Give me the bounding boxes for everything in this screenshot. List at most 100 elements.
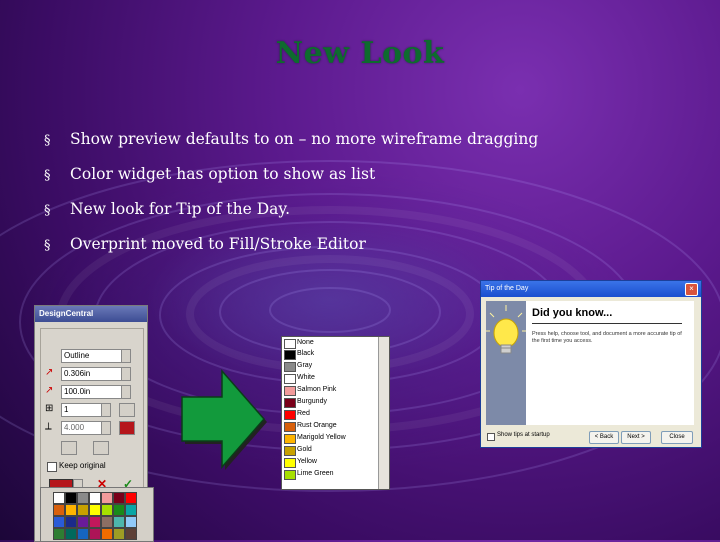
size-stepper[interactable] xyxy=(121,385,131,399)
list-item[interactable]: Gold xyxy=(282,445,378,456)
palette-swatch[interactable] xyxy=(113,492,125,504)
width-field[interactable]: 0.306in xyxy=(61,367,123,381)
slide-title: New Look xyxy=(275,36,445,71)
palette-swatch[interactable] xyxy=(53,516,65,528)
outline-select[interactable]: Outline xyxy=(61,349,123,363)
dialog-title: Tip of the Day xyxy=(481,281,701,297)
list-item[interactable]: White xyxy=(282,373,378,384)
count-icon: ⊞ xyxy=(45,403,54,414)
bullet-list: § Show preview defaults to on – no more w… xyxy=(44,128,564,268)
color-chip xyxy=(284,458,296,468)
arrow-right-icon xyxy=(181,369,267,470)
tip-heading: Did you know... xyxy=(532,307,613,319)
palette-swatch[interactable] xyxy=(89,492,101,504)
list-item[interactable]: Yellow xyxy=(282,457,378,468)
color-chip xyxy=(284,434,296,444)
palette-swatch[interactable] xyxy=(65,528,77,540)
back-button[interactable]: < Back xyxy=(589,431,619,444)
palette-swatch[interactable] xyxy=(53,528,65,540)
palette-swatch[interactable] xyxy=(113,528,125,540)
color-chip xyxy=(284,362,296,372)
list-scrollbar[interactable] xyxy=(378,337,389,489)
bullet-text: Show preview defaults to on – no more wi… xyxy=(70,130,539,148)
palette-swatch[interactable] xyxy=(101,516,113,528)
color-palette-grid xyxy=(40,487,154,542)
palette-swatch[interactable] xyxy=(125,528,137,540)
color-chip xyxy=(284,374,296,384)
next-button[interactable]: Next > xyxy=(621,431,651,444)
arrange-back-button[interactable] xyxy=(61,441,77,455)
design-central-title: DesignCentral xyxy=(35,306,147,322)
line-width-icon: ↗ xyxy=(45,367,54,378)
keep-original-label: Keep original xyxy=(59,461,106,470)
bullet-item: § Show preview defaults to on – no more w… xyxy=(44,128,564,163)
bullet-marker: § xyxy=(44,238,51,253)
other-field[interactable]: 4.000 xyxy=(61,421,103,435)
palette-swatch[interactable] xyxy=(53,504,65,516)
list-item[interactable]: Black xyxy=(282,349,378,360)
arrange-front-button[interactable] xyxy=(93,441,109,455)
palette-swatch[interactable] xyxy=(65,492,77,504)
close-button[interactable]: Close xyxy=(661,431,693,444)
palette-swatch[interactable] xyxy=(125,492,137,504)
chevron-down-icon[interactable] xyxy=(121,349,131,363)
palette-swatch[interactable] xyxy=(89,516,101,528)
list-item[interactable]: Rust Orange xyxy=(282,421,378,432)
bullet-text: Color widget has option to show as list xyxy=(70,165,376,183)
list-item[interactable]: Burgundy xyxy=(282,397,378,408)
palette-swatch[interactable] xyxy=(77,492,89,504)
color-chip xyxy=(284,422,296,432)
divider xyxy=(532,323,682,324)
bullet-marker: § xyxy=(44,168,51,183)
palette-swatch[interactable] xyxy=(65,504,77,516)
palette-swatch[interactable] xyxy=(113,516,125,528)
palette-swatch[interactable] xyxy=(101,504,113,516)
color-chip xyxy=(284,410,296,420)
count-stepper[interactable] xyxy=(101,403,111,417)
palette-swatch[interactable] xyxy=(89,528,101,540)
show-tips-checkbox[interactable] xyxy=(487,433,495,441)
list-item[interactable]: Marigold Yellow xyxy=(282,433,378,444)
color-chip xyxy=(284,470,296,480)
close-icon[interactable]: × xyxy=(685,283,698,296)
palette-swatch[interactable] xyxy=(77,516,89,528)
palette-swatch[interactable] xyxy=(101,492,113,504)
color-chip xyxy=(284,339,296,349)
show-tips-label: Show tips at startup xyxy=(497,432,550,438)
color-chip xyxy=(284,386,296,396)
palette-swatch[interactable] xyxy=(113,504,125,516)
tip-body: Press help, choose tool, and document a … xyxy=(532,331,682,344)
copy-button[interactable] xyxy=(119,403,135,417)
size-field[interactable]: 100.0in xyxy=(61,385,123,399)
palette-swatch[interactable] xyxy=(53,492,65,504)
list-item[interactable]: Salmon Pink xyxy=(282,385,378,396)
palette-swatch[interactable] xyxy=(125,504,137,516)
bullet-text: New look for Tip of the Day. xyxy=(70,200,291,218)
palette-swatch[interactable] xyxy=(125,516,137,528)
palette-swatch[interactable] xyxy=(89,504,101,516)
list-item[interactable]: None xyxy=(282,338,378,349)
keep-original-checkbox[interactable] xyxy=(47,462,57,472)
color-chip xyxy=(284,398,296,408)
red-swatch-button[interactable] xyxy=(119,421,135,435)
design-central-group: Outline ↗ 0.306in ↗ 100.0in ⊞ 1 ⟂ 4.000 … xyxy=(40,328,144,508)
color-chip xyxy=(284,446,296,456)
count-field[interactable]: 1 xyxy=(61,403,103,417)
bullet-text: Overprint moved to Fill/Stroke Editor xyxy=(70,235,366,253)
palette-swatch[interactable] xyxy=(101,528,113,540)
palette-swatch[interactable] xyxy=(65,516,77,528)
list-item[interactable]: Lime Green xyxy=(282,469,378,480)
tip-of-the-day-dialog: Tip of the Day × Did you know... Press h… xyxy=(480,280,702,448)
list-item[interactable]: Gray xyxy=(282,361,378,372)
list-item[interactable]: Red xyxy=(282,409,378,420)
size-icon: ↗ xyxy=(45,385,54,396)
width-stepper[interactable] xyxy=(121,367,131,381)
tip-panel: Did you know... Press help, choose tool,… xyxy=(526,301,694,425)
bullet-item: § Color widget has option to show as list xyxy=(44,163,564,198)
palette-swatch[interactable] xyxy=(77,528,89,540)
bullet-marker: § xyxy=(44,133,51,148)
palette-swatch[interactable] xyxy=(77,504,89,516)
angle-icon: ⟂ xyxy=(45,421,52,432)
other-stepper[interactable] xyxy=(101,421,111,435)
color-list[interactable]: None Black Gray White Salmon Pink Burgun… xyxy=(281,336,390,490)
